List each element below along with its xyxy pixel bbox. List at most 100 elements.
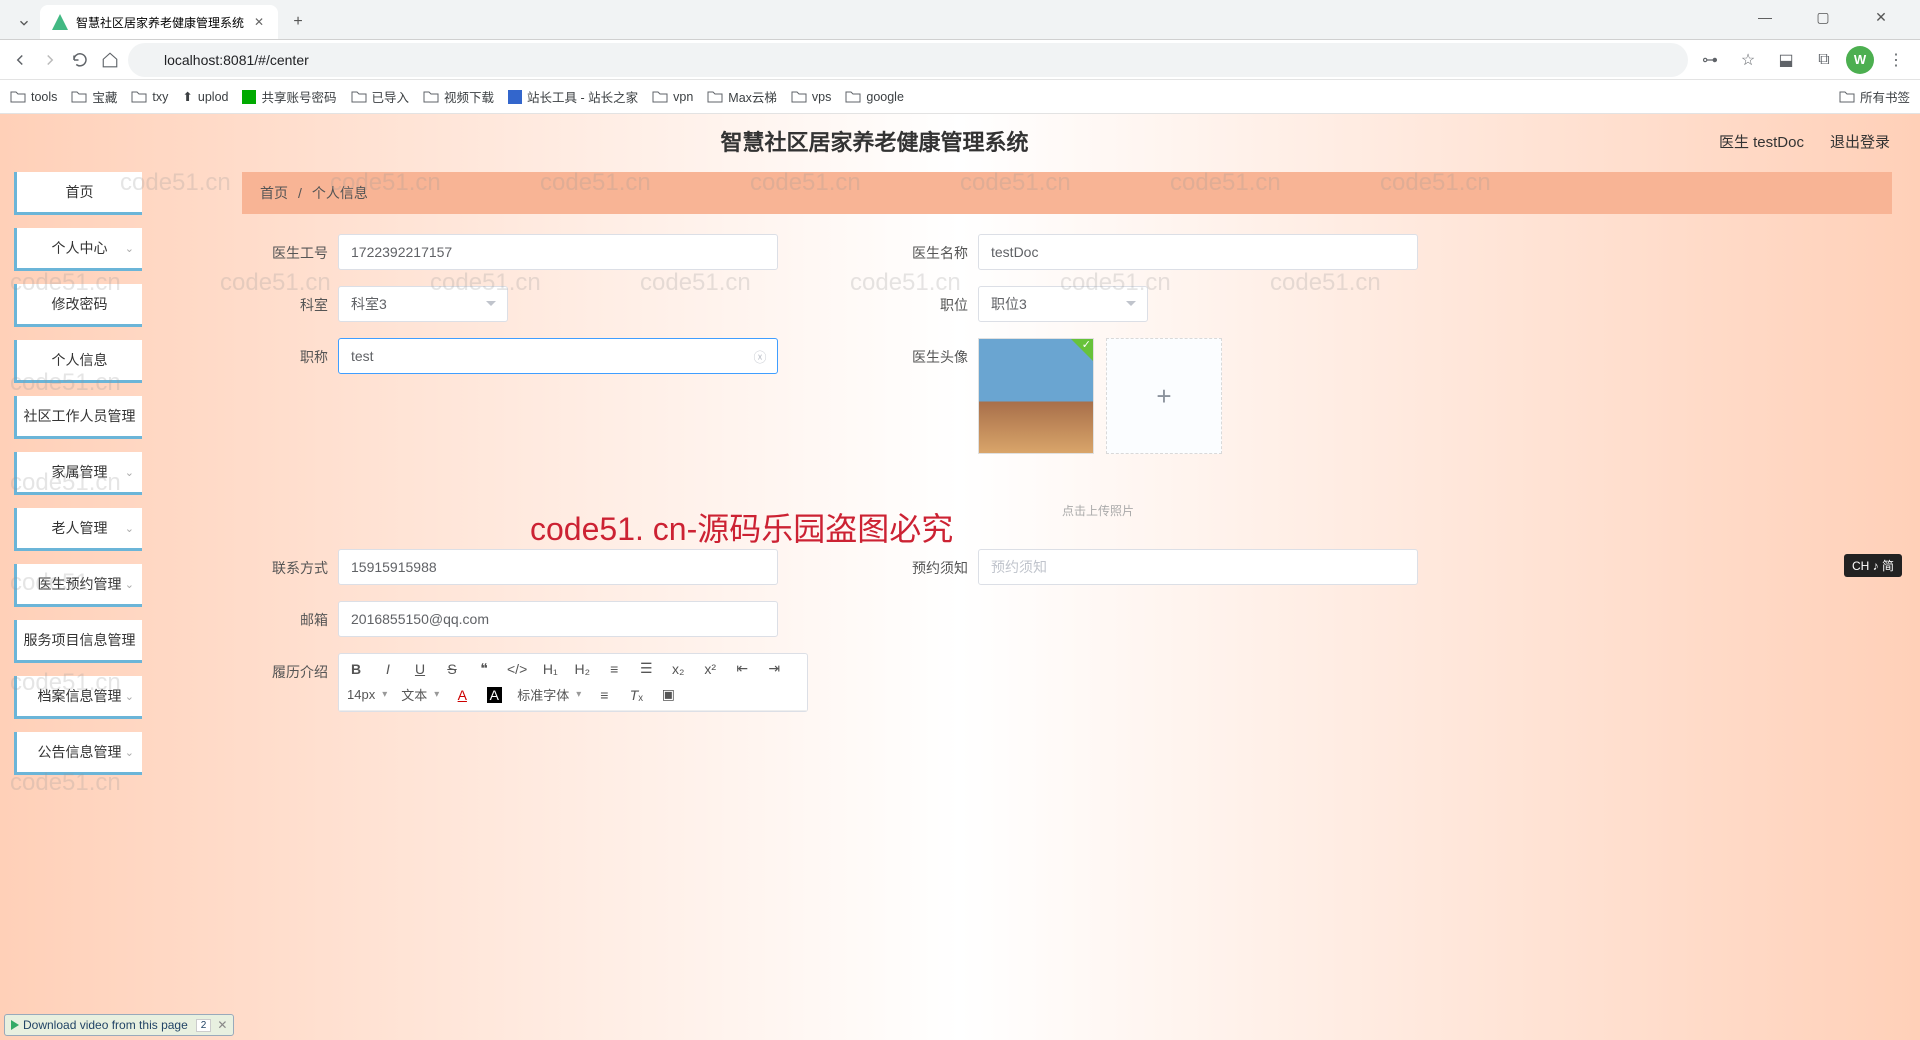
bg-color-icon[interactable]: A xyxy=(485,687,503,703)
title-input[interactable] xyxy=(338,338,778,374)
avatar-thumbnail[interactable] xyxy=(978,338,1094,454)
new-tab-button[interactable]: + xyxy=(284,8,312,36)
input-clear-icon[interactable]: ⓧ xyxy=(752,348,768,364)
avatar-check-icon xyxy=(1071,339,1093,361)
list-ul-icon[interactable]: ☰ xyxy=(637,660,655,677)
contact-input[interactable] xyxy=(338,549,778,585)
browser-tab[interactable]: 智慧社区居家养老健康管理系统 ✕ xyxy=(40,5,278,39)
bookmark-folder[interactable]: vps xyxy=(791,89,831,105)
editor-toolbar: B I U S ❝ </> H₁ H₂ ≡ ☰ x₂ xyxy=(339,654,807,711)
sidebar-item-personal-info[interactable]: 个人信息 xyxy=(14,340,142,383)
doctor-name-input[interactable] xyxy=(978,234,1418,270)
bookmark-star-icon[interactable]: ☆ xyxy=(1732,44,1764,76)
doctor-id-input[interactable] xyxy=(338,234,778,270)
title-label: 职称 xyxy=(248,338,338,367)
breadcrumb-separator: / xyxy=(298,185,302,201)
bookmark-item[interactable]: 站长工具 - 站长之家 xyxy=(508,87,638,106)
underline-icon[interactable]: U xyxy=(411,661,429,677)
sidebar-item-appointment-mgmt[interactable]: 医生预约管理⌄ xyxy=(14,564,142,607)
h2-icon[interactable]: H₂ xyxy=(573,661,591,677)
download-count-badge: 2 xyxy=(196,1019,212,1032)
password-key-icon[interactable]: ⊶ xyxy=(1694,44,1726,76)
breadcrumb: 首页 / 个人信息 xyxy=(242,172,1892,214)
breadcrumb-home[interactable]: 首页 xyxy=(260,183,288,203)
indent-left-icon[interactable]: ⇤ xyxy=(733,660,751,677)
tab-dropdown[interactable] xyxy=(8,7,40,39)
bookmark-folder[interactable]: google xyxy=(845,89,904,105)
resume-label: 履历介绍 xyxy=(248,653,338,682)
nav-reload-icon[interactable] xyxy=(68,44,92,76)
tab-close-icon[interactable]: ✕ xyxy=(252,15,266,29)
nav-back-icon[interactable] xyxy=(8,44,32,76)
image-insert-icon[interactable]: ▣ xyxy=(659,686,677,703)
sidebar-item-change-password[interactable]: 修改密码 xyxy=(14,284,142,327)
doctor-name-label: 医生名称 xyxy=(888,234,978,263)
vue-favicon xyxy=(52,14,68,30)
maximize-icon[interactable]: ▢ xyxy=(1800,1,1846,33)
play-icon xyxy=(11,1020,19,1030)
notice-label: 预约须知 xyxy=(888,549,978,578)
chevron-down-icon: ⌄ xyxy=(125,690,134,703)
url-input[interactable] xyxy=(128,43,1688,77)
extensions-icon[interactable]: ⧉ xyxy=(1808,44,1840,76)
resume-editor[interactable]: B I U S ❝ </> H₁ H₂ ≡ ☰ x₂ xyxy=(338,653,808,712)
sidebar-item-staff-mgmt[interactable]: 社区工作人员管理 xyxy=(14,396,142,439)
dept-select[interactable] xyxy=(338,286,508,322)
list-ol-icon[interactable]: ≡ xyxy=(605,661,623,677)
email-input[interactable] xyxy=(338,601,778,637)
chevron-down-icon: ⌄ xyxy=(125,746,134,759)
profile-avatar[interactable]: W xyxy=(1846,46,1874,74)
sidebar-item-notice-mgmt[interactable]: 公告信息管理⌄ xyxy=(14,732,142,775)
doctor-id-label: 医生工号 xyxy=(248,234,338,263)
clear-format-icon[interactable]: Tₓ xyxy=(627,687,645,703)
italic-icon[interactable]: I xyxy=(379,661,397,677)
font-style-select[interactable]: 文本 xyxy=(401,685,439,704)
kebab-menu-icon[interactable]: ⋮ xyxy=(1880,44,1912,76)
bookmark-folder[interactable]: Max云梯 xyxy=(707,87,777,106)
code-icon[interactable]: </> xyxy=(507,661,527,677)
bookmark-item[interactable]: 共享账号密码 xyxy=(242,87,336,106)
strike-icon[interactable]: S xyxy=(443,661,461,677)
breadcrumb-current: 个人信息 xyxy=(312,183,368,203)
sidebar-item-service-mgmt[interactable]: 服务项目信息管理 xyxy=(14,620,142,663)
font-family-select[interactable]: 标准字体 xyxy=(517,685,581,704)
sidebar-item-home[interactable]: 首页 xyxy=(14,172,142,215)
nav-home-icon[interactable] xyxy=(98,44,122,76)
sidebar-item-archive-mgmt[interactable]: 档案信息管理⌄ xyxy=(14,676,142,719)
bookmark-folder[interactable]: 视频下载 xyxy=(423,87,494,106)
download-video-bar[interactable]: Download video from this page 2 ✕ xyxy=(4,1014,234,1036)
align-icon[interactable]: ≡ xyxy=(595,687,613,703)
bookmark-folder[interactable]: tools xyxy=(10,89,57,105)
superscript-icon[interactable]: x² xyxy=(701,661,719,677)
indent-right-icon[interactable]: ⇥ xyxy=(765,660,783,677)
h1-icon[interactable]: H₁ xyxy=(541,661,559,677)
nav-forward-icon[interactable] xyxy=(38,44,62,76)
font-color-icon[interactable]: A xyxy=(453,687,471,703)
sidebar-item-family-mgmt[interactable]: 家属管理⌄ xyxy=(14,452,142,495)
avatar-upload-button[interactable]: + xyxy=(1106,338,1222,454)
sidebar-item-profile-center[interactable]: 个人中心⌄ xyxy=(14,228,142,271)
chevron-down-icon: ⌄ xyxy=(125,242,134,255)
notice-input[interactable] xyxy=(978,549,1418,585)
font-size-select[interactable]: 14px xyxy=(347,687,387,702)
dept-label: 科室 xyxy=(248,286,338,315)
logout-link[interactable]: 退出登录 xyxy=(1830,131,1890,152)
bold-icon[interactable]: B xyxy=(347,661,365,677)
quote-icon[interactable]: ❝ xyxy=(475,660,493,677)
close-window-icon[interactable]: ✕ xyxy=(1858,1,1904,33)
position-select[interactable] xyxy=(978,286,1148,322)
subscript-icon[interactable]: x₂ xyxy=(669,661,687,677)
avatar-label: 医生头像 xyxy=(888,338,978,367)
bookmark-folder[interactable]: 已导入 xyxy=(351,87,410,106)
sidebar-item-elderly-mgmt[interactable]: 老人管理⌄ xyxy=(14,508,142,551)
bookmark-folder[interactable]: 宝藏 xyxy=(71,87,117,106)
bookmark-folder[interactable]: txy xyxy=(131,89,168,105)
bookmark-item[interactable]: ⬆ uplod xyxy=(182,89,228,104)
bookmark-all[interactable]: 所有书签 xyxy=(1839,87,1910,106)
bookmarks-bar: tools 宝藏 txy ⬆ uplod 共享账号密码 已导入 视频下载 站长工… xyxy=(0,80,1920,114)
email-label: 邮箱 xyxy=(248,601,338,630)
download-tray-icon[interactable]: ⬓ xyxy=(1770,44,1802,76)
download-close-icon[interactable]: ✕ xyxy=(217,1018,227,1032)
minimize-icon[interactable]: — xyxy=(1742,1,1788,33)
bookmark-folder[interactable]: vpn xyxy=(652,89,693,105)
